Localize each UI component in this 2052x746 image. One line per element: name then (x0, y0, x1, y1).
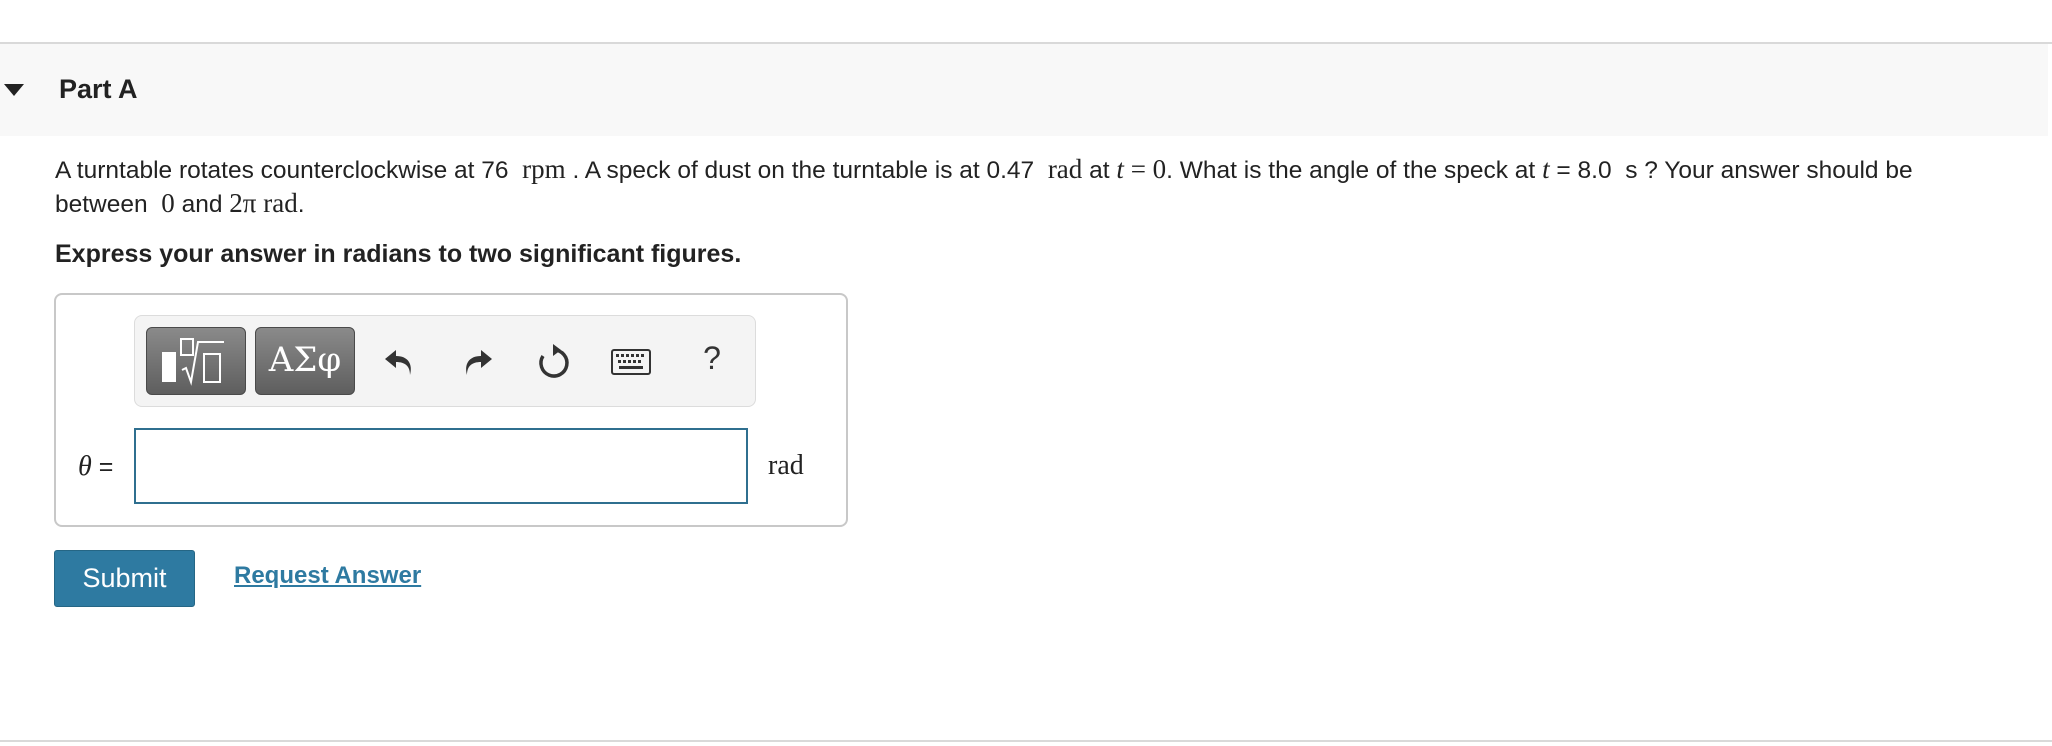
part-header[interactable]: Part A (0, 44, 2048, 136)
question-sentence3: . What is the angle of the speck at (1166, 157, 1536, 184)
greek-symbols-button[interactable]: ΑΣφ (255, 327, 355, 395)
answer-variable-label: θ = (78, 451, 113, 483)
time-unit: s (1625, 157, 1638, 184)
templates-button[interactable] (146, 327, 246, 395)
at-word: at (1089, 157, 1110, 184)
answer-unit-label: rad (768, 450, 804, 481)
part-title: Part A (59, 74, 138, 104)
answer-input[interactable] (134, 428, 748, 504)
time-variable: t (1116, 154, 1124, 184)
reset-icon[interactable] (534, 342, 574, 382)
math-toolbar: ΑΣφ ? (134, 315, 756, 407)
greek-symbols-label: ΑΣφ (268, 340, 342, 380)
range-low: 0 (161, 188, 175, 218)
equals-sign: = (98, 453, 114, 481)
time-variable-2: t (1542, 154, 1550, 184)
keyboard-icon[interactable] (609, 342, 653, 382)
range-unit: rad (263, 188, 298, 218)
time-value: = 8.0 (1556, 157, 1612, 184)
cursor-block-icon (162, 352, 176, 382)
theta-symbol: θ (78, 451, 92, 482)
instruction-text: Express your answer in radians to two si… (55, 240, 742, 268)
initial-time: = 0 (1130, 154, 1167, 184)
request-answer-link[interactable]: Request Answer (234, 562, 421, 590)
redo-icon[interactable] (457, 342, 497, 382)
question-sentence2: . A speck of dust on the turntable is at… (572, 157, 1035, 184)
range-high: 2π (229, 188, 257, 218)
angle-unit: rad (1047, 154, 1083, 184)
question-text: A turntable rotates counterclockwise at … (55, 153, 2045, 221)
question-intro: A turntable rotates counterclockwise at … (55, 157, 509, 184)
and-word: and (181, 191, 223, 218)
submit-button[interactable]: Submit (54, 550, 195, 607)
templates-icon (180, 338, 224, 386)
undo-icon[interactable] (380, 342, 420, 382)
rate-unit: rpm (522, 154, 566, 184)
answer-panel: ΑΣφ ? θ = rad (54, 293, 848, 527)
end-punctuation: . (297, 191, 305, 218)
help-icon[interactable]: ? (697, 340, 727, 380)
bottom-divider (0, 740, 2052, 742)
collapse-caret-icon[interactable] (4, 84, 24, 96)
